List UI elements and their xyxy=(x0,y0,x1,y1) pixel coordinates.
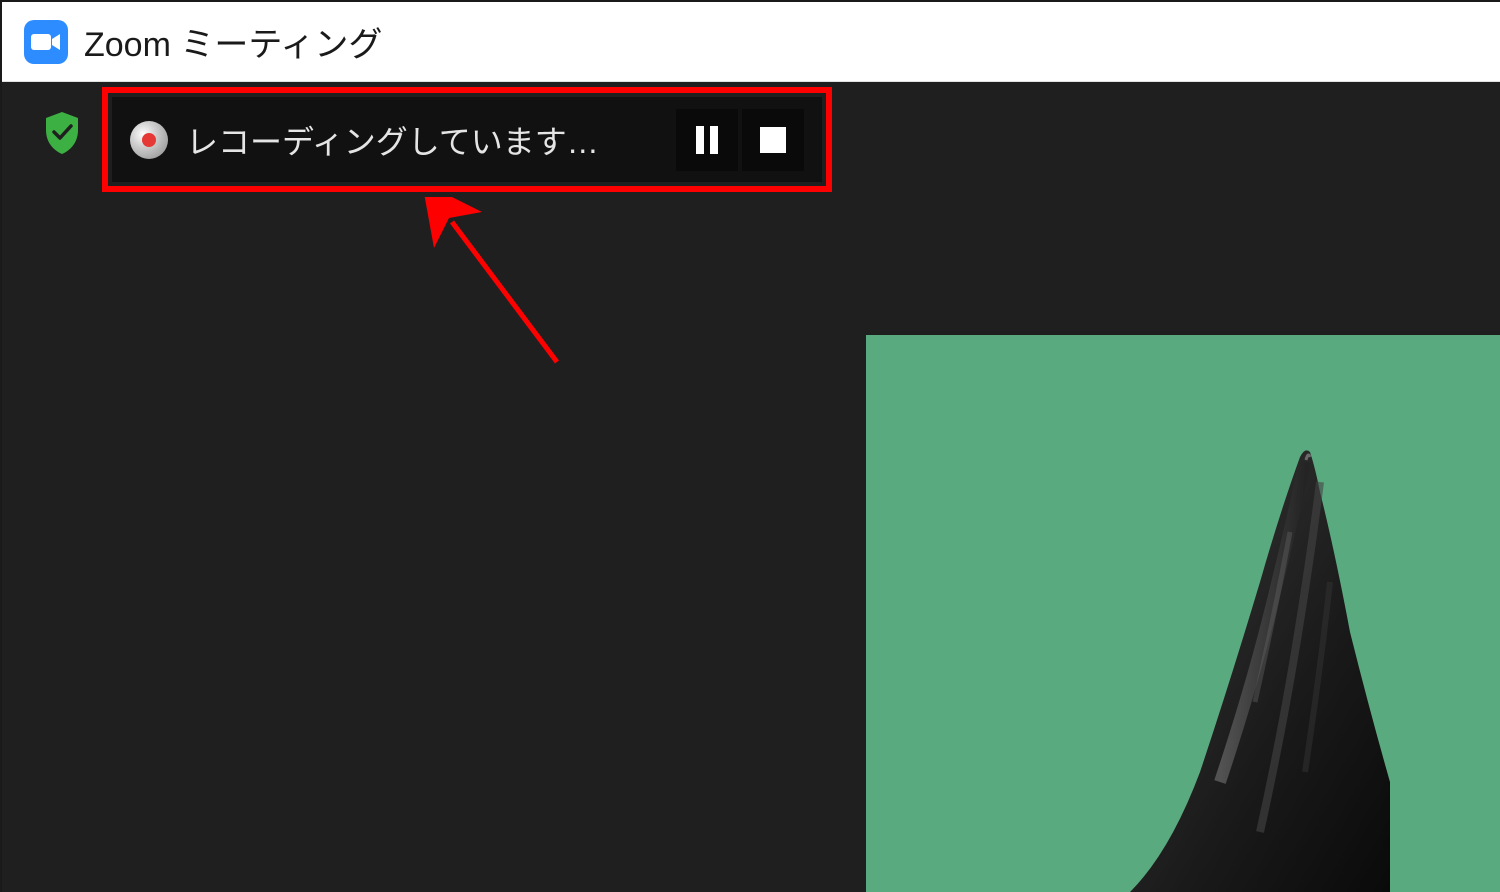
record-indicator-icon xyxy=(130,121,168,159)
recording-status-bar: レコーディングしています… xyxy=(112,97,822,182)
participant-video-tile[interactable] xyxy=(866,335,1500,892)
recording-status-text: レコーディングしています… xyxy=(186,117,672,163)
pause-icon xyxy=(696,126,718,154)
stop-icon xyxy=(760,127,786,153)
security-shield-icon[interactable] xyxy=(44,112,80,154)
window-frame: Zoom ミーティング レコーディングしています… xyxy=(0,0,1500,892)
annotation-arrow-icon xyxy=(422,197,592,382)
record-dot xyxy=(142,133,156,147)
window-title: Zoom ミーティング xyxy=(84,17,382,66)
title-bar[interactable]: Zoom ミーティング xyxy=(2,2,1500,82)
video-content xyxy=(1110,432,1390,892)
pause-recording-button[interactable] xyxy=(676,109,738,171)
meeting-area: レコーディングしています… xyxy=(2,82,1500,892)
stop-recording-button[interactable] xyxy=(742,109,804,171)
zoom-app-icon xyxy=(24,20,68,64)
